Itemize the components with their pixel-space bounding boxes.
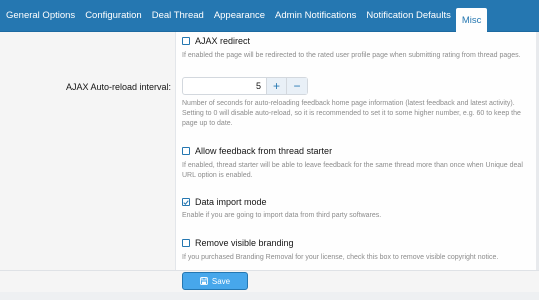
- checkmark-icon: [183, 199, 189, 205]
- save-icon: [200, 277, 208, 285]
- tab-appearance[interactable]: Appearance: [209, 0, 270, 32]
- feedback-thread-starter-description: If enabled, thread starter will be able …: [182, 162, 523, 179]
- data-import-checkbox[interactable]: [182, 198, 190, 206]
- label-column: [0, 32, 176, 270]
- ajax-redirect-label[interactable]: AJAX redirect: [195, 36, 250, 46]
- increment-button[interactable]: +: [267, 78, 287, 94]
- decrement-button[interactable]: −: [287, 78, 307, 94]
- tab-bar: General Options Configuration Deal Threa…: [0, 0, 539, 32]
- feedback-thread-starter-label[interactable]: Allow feedback from thread starter: [195, 146, 332, 156]
- auto-reload-label: AJAX Auto-reload interval:: [65, 82, 171, 92]
- data-import-description: Enable if you are going to import data f…: [182, 212, 382, 219]
- feedback-thread-starter-checkbox[interactable]: [182, 147, 190, 155]
- auto-reload-stepper: 5 + −: [182, 77, 308, 95]
- remove-branding-description: If you purchased Branding Removal for yo…: [182, 254, 499, 261]
- tab-misc[interactable]: Misc: [455, 8, 488, 32]
- data-import-label[interactable]: Data import mode: [195, 197, 267, 207]
- auto-reload-input[interactable]: 5: [183, 78, 267, 94]
- remove-branding-checkbox[interactable]: [182, 239, 190, 247]
- save-button[interactable]: Save: [182, 272, 248, 290]
- ajax-redirect-checkbox[interactable]: [182, 37, 190, 45]
- tab-deal-thread[interactable]: Deal Thread: [147, 0, 209, 32]
- bottom-strip: [0, 292, 539, 300]
- remove-branding-label[interactable]: Remove visible branding: [195, 238, 294, 248]
- tab-notification-defaults[interactable]: Notification Defaults: [361, 0, 455, 32]
- tab-configuration[interactable]: Configuration: [80, 0, 147, 32]
- auto-reload-description: Number of seconds for auto-reloading fee…: [182, 100, 521, 127]
- form-footer: [0, 270, 539, 292]
- tab-general-options[interactable]: General Options: [0, 0, 80, 32]
- save-button-label: Save: [211, 276, 231, 286]
- tab-admin-notifications[interactable]: Admin Notifications: [270, 0, 361, 32]
- ajax-redirect-description: If enabled the page will be redirected t…: [182, 52, 521, 59]
